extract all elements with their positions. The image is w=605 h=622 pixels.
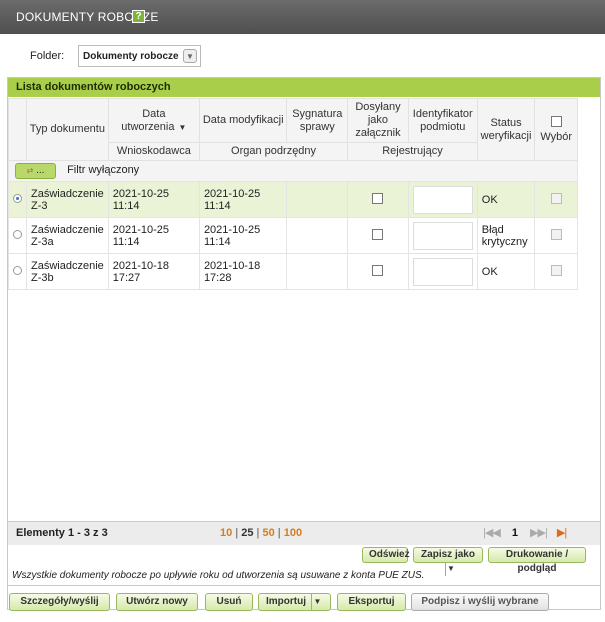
page-size-100[interactable]: 100: [284, 527, 302, 539]
col-status[interactable]: Status weryfikacji: [476, 98, 536, 161]
col-wybor-label: Wybór: [540, 130, 572, 143]
page-size-50[interactable]: 50: [262, 527, 274, 539]
cell-data-utworzenia: 2021-10-25 11:14: [107, 181, 200, 218]
col-identyfikator[interactable]: Identyfikator podmiotu: [407, 98, 478, 143]
filter-button-label: ...: [36, 165, 45, 176]
table-row[interactable]: Zaświadczenie Z-3b 2021-10-18 17:27 2021…: [8, 253, 578, 290]
elements-count: Elementy 1 - 3 z 3: [16, 527, 108, 539]
col-dosylany[interactable]: Dosyłany jako załącznik: [347, 98, 409, 143]
help-icon[interactable]: ?: [132, 10, 145, 23]
col-rejestrujacy[interactable]: Rejestrujący: [347, 142, 478, 161]
row-radio[interactable]: [13, 193, 22, 203]
documents-panel: Lista dokumentów roboczych Typ dokumentu…: [7, 77, 601, 610]
delete-button[interactable]: Usuń: [205, 593, 253, 611]
table-row[interactable]: Zaświadczenie Z-3a 2021-10-25 11:14 2021…: [8, 217, 578, 254]
print-preview-button[interactable]: Drukowanie / podgląd: [488, 547, 586, 574]
cell-status: OK: [476, 181, 536, 218]
col-organ-podrzedny[interactable]: Organ podrzędny: [198, 142, 349, 161]
save-as-label: Zapisz jako: [421, 549, 475, 560]
separator: |: [235, 527, 239, 539]
cell-data-utworzenia: 2021-10-18 17:27: [107, 253, 200, 290]
title-bar: DOKUMENTY ROBOCZE ?: [0, 0, 605, 34]
separator: |: [277, 527, 281, 539]
filter-icon: ⇄: [26, 166, 34, 175]
table-row[interactable]: Zaświadczenie Z-3 2021-10-25 11:14 2021-…: [8, 181, 578, 218]
export-button[interactable]: Eksportuj: [337, 593, 406, 611]
row-select-checkbox[interactable]: [550, 192, 562, 204]
page-size-10[interactable]: 10: [220, 527, 232, 539]
save-as-button[interactable]: Zapisz jako ▼: [413, 547, 483, 576]
cell-data-modyfikacji: 2021-10-25 11:14: [198, 181, 288, 218]
refresh-button[interactable]: Odśwież: [362, 547, 410, 563]
col-typ-dokumentu[interactable]: Typ dokumentu: [26, 98, 109, 161]
details-send-button[interactable]: Szczegóły/wyślij: [9, 593, 110, 611]
last-page-icon[interactable]: ▶|: [557, 527, 567, 539]
filter-button[interactable]: ⇄ ...: [15, 163, 56, 179]
divider: [7, 585, 601, 586]
chevron-down-icon[interactable]: ▼: [444, 562, 457, 576]
separator: |: [256, 527, 260, 539]
page-size-selector: 10 | 25 | 50 | 100: [220, 527, 302, 539]
cell-sygnatura: [286, 217, 349, 254]
folder-select-value: Dokumenty robocze: [83, 51, 179, 62]
cell-typ: Zaświadczenie Z-3a: [26, 217, 109, 254]
documents-table: Typ dokumentu Data utworzenia ▼ Data mody…: [8, 98, 578, 290]
col-wnioskodawca[interactable]: Wnioskodawca: [107, 142, 200, 161]
cell-data-modyfikacji: 2021-10-18 17:28: [198, 253, 288, 290]
col-sygnatura[interactable]: Sygnatura sprawy: [286, 98, 349, 143]
row-radio[interactable]: [13, 229, 22, 239]
filter-row: ⇄ ... Filtr wyłączony: [8, 160, 578, 182]
cell-status: Błąd krytyczny: [476, 217, 536, 254]
chevron-down-icon[interactable]: ▼: [311, 594, 323, 610]
folder-select[interactable]: Dokumenty robocze ▼: [78, 45, 201, 67]
row-radio[interactable]: [13, 265, 22, 275]
cell-sygnatura: [286, 253, 349, 290]
select-all-checkbox[interactable]: [550, 115, 562, 127]
col-wybor: Wybór: [534, 98, 578, 161]
row-select-checkbox[interactable]: [550, 264, 562, 276]
sign-send-selected-button[interactable]: Podpisz i wyślij wybrane: [411, 593, 549, 611]
attachment-checkbox[interactable]: [372, 192, 384, 204]
attachment-checkbox[interactable]: [372, 264, 384, 276]
cell-status: OK: [476, 253, 536, 290]
import-button[interactable]: Importuj ▼: [258, 593, 331, 611]
col-data-modyfikacji[interactable]: Data modyfikacji: [198, 98, 288, 143]
identyfikator-input[interactable]: [412, 185, 473, 214]
create-new-button[interactable]: Utwórz nowy: [116, 593, 198, 611]
chevron-down-icon[interactable]: ▼: [183, 49, 197, 63]
col-data-utworzenia[interactable]: Data utworzenia ▼: [107, 98, 200, 143]
identyfikator-input[interactable]: [412, 257, 473, 286]
pagination-bar: Elementy 1 - 3 z 3 10 | 25 | 50 | 100 |◀…: [8, 521, 600, 545]
col-radio: [8, 98, 27, 161]
page-navigation: |◀◀ 1 ▶▶| ▶|: [483, 526, 567, 539]
cell-typ: Zaświadczenie Z-3b: [26, 253, 109, 290]
page-size-25[interactable]: 25: [241, 527, 253, 539]
cell-data-utworzenia: 2021-10-25 11:14: [107, 217, 200, 254]
cell-data-modyfikacji: 2021-10-25 11:14: [198, 217, 288, 254]
attachment-checkbox[interactable]: [372, 228, 384, 240]
filter-status: Filtr wyłączony: [67, 164, 140, 176]
row-select-checkbox[interactable]: [550, 228, 562, 240]
import-label: Importuj: [266, 596, 306, 607]
sort-desc-icon[interactable]: ▼: [178, 123, 186, 132]
first-page-icon[interactable]: |◀◀: [483, 527, 501, 539]
col-data-utworzenia-label: Data utworzenia: [121, 107, 175, 133]
next-page-icon[interactable]: ▶▶|: [530, 527, 548, 539]
current-page: 1: [511, 527, 518, 539]
folder-label: Folder:: [30, 50, 65, 62]
cell-sygnatura: [286, 181, 349, 218]
identyfikator-input[interactable]: [412, 221, 473, 250]
info-note: Wszystkie dokumenty robocze po upływie r…: [12, 570, 425, 581]
cell-typ: Zaświadczenie Z-3: [26, 181, 109, 218]
panel-title: Lista dokumentów roboczych: [8, 78, 600, 97]
